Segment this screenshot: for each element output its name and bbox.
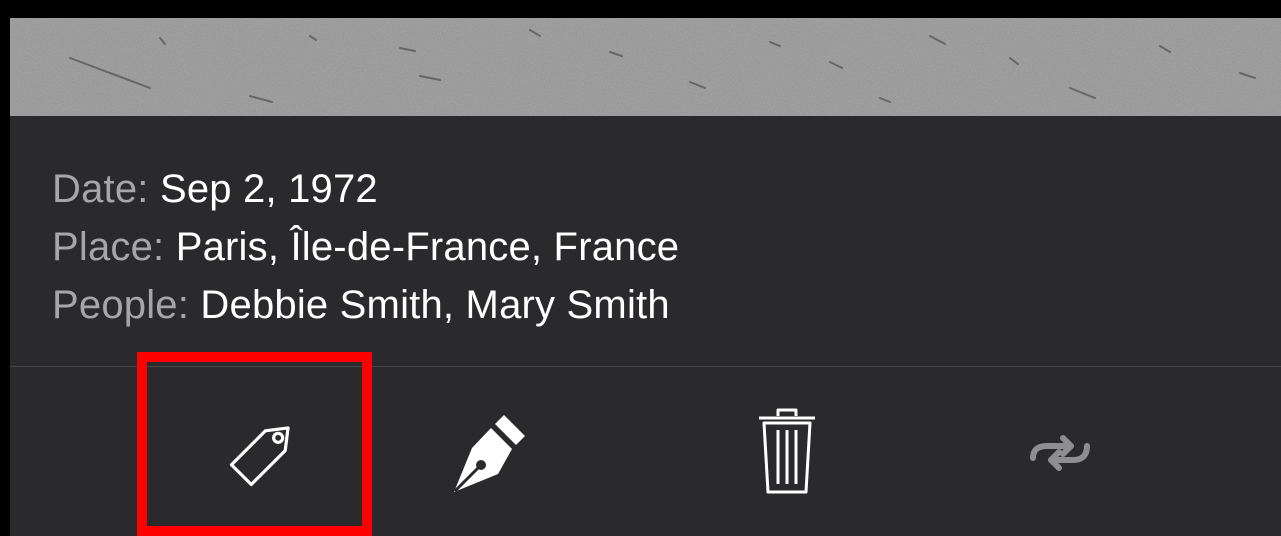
info-panel: Date: Sep 2, 1972 Place: Paris, Île-de-F…	[10, 116, 1281, 536]
date-row: Date: Sep 2, 1972	[52, 160, 679, 218]
tag-button[interactable]	[184, 367, 344, 536]
place-label: Place:	[52, 225, 165, 269]
people-label: People:	[52, 283, 190, 327]
lunar-surface-photo	[10, 18, 1281, 116]
edit-button[interactable]	[408, 367, 568, 536]
photo-metadata: Date: Sep 2, 1972 Place: Paris, Île-de-F…	[52, 160, 679, 334]
trash-icon	[759, 408, 815, 493]
pen-nib-icon	[454, 414, 525, 492]
swap-button[interactable]	[979, 367, 1139, 536]
tag-icon	[229, 425, 290, 486]
photo-detail-screen: Date: Sep 2, 1972 Place: Paris, Île-de-F…	[0, 0, 1281, 536]
photo-toolbar	[10, 367, 1281, 536]
swap-arrows-icon	[1030, 434, 1090, 471]
people-row: People: Debbie Smith, Mary Smith	[52, 276, 679, 334]
date-label: Date:	[52, 167, 149, 211]
delete-button[interactable]	[707, 367, 867, 536]
place-value: Paris, Île-de-France, France	[175, 225, 680, 269]
photo-preview[interactable]	[10, 18, 1281, 116]
date-value: Sep 2, 1972	[159, 167, 378, 211]
people-value: Debbie Smith, Mary Smith	[200, 283, 670, 327]
place-row: Place: Paris, Île-de-France, France	[52, 218, 679, 276]
